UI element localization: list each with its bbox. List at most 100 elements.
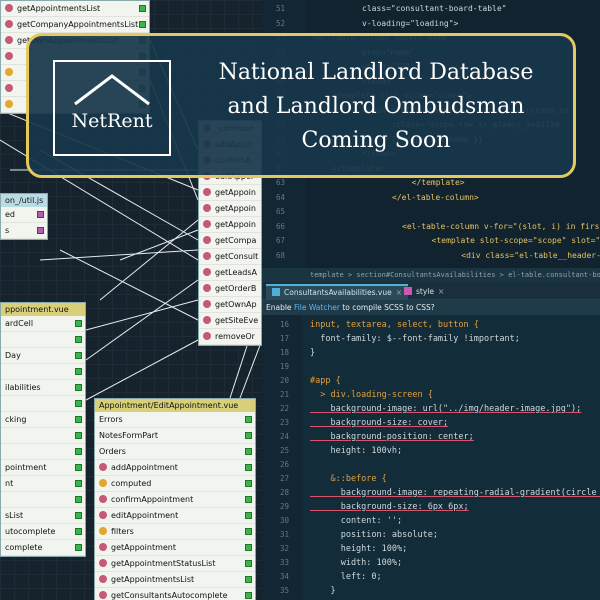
code-line[interactable]: position: absolute; bbox=[310, 530, 438, 540]
code-line[interactable]: </template> bbox=[402, 178, 465, 187]
function-dot-icon bbox=[99, 559, 107, 567]
diagram-row[interactable]: complete bbox=[1, 540, 85, 556]
code-line[interactable]: content: ''; bbox=[310, 516, 402, 526]
notice-prefix: Enable bbox=[266, 303, 294, 312]
diagram-row[interactable]: getOwnAp bbox=[199, 297, 261, 313]
row-label: s bbox=[5, 226, 10, 235]
diagram-row[interactable]: ed bbox=[1, 207, 47, 223]
diagram-row[interactable]: computed bbox=[95, 476, 255, 492]
code-line[interactable]: <div class="el-table__header-wrap"> bbox=[442, 251, 600, 260]
link-port-icon bbox=[245, 560, 252, 567]
code-line[interactable]: &::before { bbox=[310, 474, 386, 484]
close-icon[interactable]: × bbox=[438, 287, 444, 296]
diagram-row[interactable]: getCompanyAppointmentsList bbox=[1, 17, 149, 33]
row-label: getAppointment bbox=[111, 543, 177, 552]
code-line[interactable]: height: 100%; bbox=[310, 544, 408, 554]
line-number: 26 bbox=[280, 460, 290, 469]
line-number: 21 bbox=[280, 390, 290, 399]
line-number: 31 bbox=[280, 530, 290, 539]
code-line[interactable]: background-image: repeating-radial-gradi… bbox=[310, 488, 600, 498]
diagram-row[interactable]: editAppointment bbox=[95, 508, 255, 524]
diagram-row[interactable]: getAppoin bbox=[199, 217, 261, 233]
tab-style[interactable]: style × bbox=[398, 284, 450, 300]
line-number: 34 bbox=[280, 572, 290, 581]
diagram-row[interactable]: Orders bbox=[95, 444, 255, 460]
diagram-row[interactable]: Errors bbox=[95, 412, 255, 428]
module-title: ppointment.vue bbox=[1, 303, 85, 316]
line-number: 19 bbox=[280, 362, 290, 371]
diagram-row[interactable] bbox=[1, 428, 85, 444]
house-roof-icon bbox=[74, 74, 150, 106]
diagram-row[interactable] bbox=[1, 396, 85, 412]
diagram-row[interactable] bbox=[1, 492, 85, 508]
diagram-row[interactable] bbox=[1, 332, 85, 348]
line-number: 24 bbox=[280, 432, 290, 441]
code-line[interactable]: class="consultant-board-table" bbox=[362, 4, 507, 13]
breadcrumb[interactable]: template > section#ConsultantsAvailabili… bbox=[262, 268, 600, 282]
code-line[interactable]: width: 100%; bbox=[310, 558, 402, 568]
editor-bottom-pane[interactable]: template > section#ConsultantsAvailabili… bbox=[262, 268, 600, 600]
row-label: sList bbox=[5, 511, 24, 520]
diagram-row[interactable]: getConsult bbox=[199, 249, 261, 265]
row-label: getAppointmentsList bbox=[111, 575, 195, 584]
dependency-wire bbox=[119, 229, 199, 261]
file-watcher-link[interactable]: File Watcher bbox=[294, 303, 340, 312]
code-line[interactable]: } bbox=[310, 348, 315, 358]
diagram-row[interactable]: pointment bbox=[1, 460, 85, 476]
line-number: 28 bbox=[280, 488, 290, 497]
diagram-row[interactable]: cking bbox=[1, 412, 85, 428]
function-dot-icon bbox=[99, 495, 107, 503]
function-dot-icon bbox=[203, 332, 211, 340]
diagram-row[interactable]: sList bbox=[1, 508, 85, 524]
dependency-wire bbox=[85, 339, 199, 401]
diagram-row[interactable]: getAppointmentsList bbox=[95, 572, 255, 588]
code-line[interactable]: height: 100vh; bbox=[310, 446, 402, 456]
code-line[interactable]: } bbox=[310, 586, 335, 596]
function-dot-icon bbox=[203, 300, 211, 308]
code-line[interactable]: v-loading="loading"> bbox=[362, 19, 458, 28]
diagram-row[interactable]: confirmAppointment bbox=[95, 492, 255, 508]
code-line[interactable]: </el-table-column> bbox=[392, 193, 479, 202]
code-line[interactable]: input, textarea, select, button { bbox=[310, 320, 479, 330]
tab-consultants-availabilities[interactable]: ConsultantsAvailabilities.vue × bbox=[266, 284, 408, 300]
module-title: Appointment/EditAppointment.vue bbox=[95, 399, 255, 412]
style-file-icon bbox=[404, 287, 412, 295]
diagram-row[interactable]: Day bbox=[1, 348, 85, 364]
diagram-row[interactable]: getAppoin bbox=[199, 185, 261, 201]
diagram-row[interactable]: getOrderB bbox=[199, 281, 261, 297]
code-line[interactable]: > div.loading-screen { bbox=[310, 390, 433, 400]
code-line[interactable]: <el-table-column v-for="(slot, i) in fir… bbox=[402, 222, 600, 231]
diagram-row[interactable]: nt bbox=[1, 476, 85, 492]
diagram-row[interactable]: ardCell bbox=[1, 316, 85, 332]
diagram-row[interactable]: addAppointment bbox=[95, 460, 255, 476]
code-line[interactable]: left: 0; bbox=[310, 572, 382, 582]
diagram-row[interactable]: NotesFormPart bbox=[95, 428, 255, 444]
diagram-row[interactable]: getSiteEve bbox=[199, 313, 261, 329]
code-line[interactable]: background-size: cover; bbox=[310, 418, 448, 428]
code-line[interactable]: #app { bbox=[310, 376, 341, 386]
code-line[interactable]: background-position: center; bbox=[310, 432, 473, 442]
row-label: Day bbox=[5, 351, 21, 360]
diagram-row[interactable]: filters bbox=[95, 524, 255, 540]
code-line[interactable]: background-image: url("../img/header-ima… bbox=[310, 404, 581, 414]
diagram-row[interactable]: getLeadsA bbox=[199, 265, 261, 281]
diagram-row[interactable] bbox=[1, 364, 85, 380]
diagram-row[interactable]: getCompa bbox=[199, 233, 261, 249]
diagram-row[interactable]: s bbox=[1, 223, 47, 239]
diagram-row[interactable]: getAppointmentStatusList bbox=[95, 556, 255, 572]
line-number: 64 bbox=[276, 192, 286, 202]
code-line[interactable]: background-size: 6px 6px; bbox=[310, 502, 469, 512]
code-line[interactable]: font-family: $--font-family !important; bbox=[310, 334, 520, 344]
diagram-row[interactable]: ilabilities bbox=[1, 380, 85, 396]
headline-line: and Landlord Ombudsman bbox=[227, 94, 525, 119]
diagram-row[interactable]: utocomplete bbox=[1, 524, 85, 540]
line-number: 68 bbox=[276, 250, 286, 260]
diagram-row[interactable]: getAppointment bbox=[95, 540, 255, 556]
diagram-row[interactable]: getConsultantsAutocomplete bbox=[95, 588, 255, 600]
row-label: utocomplete bbox=[5, 527, 56, 536]
diagram-row[interactable]: getAppointmentsList bbox=[1, 1, 149, 17]
diagram-row[interactable]: removeOr bbox=[199, 329, 261, 345]
diagram-row[interactable]: getAppoin bbox=[199, 201, 261, 217]
diagram-row[interactable] bbox=[1, 444, 85, 460]
code-line[interactable]: <template slot-scope="scope" slot="heade… bbox=[422, 236, 600, 245]
